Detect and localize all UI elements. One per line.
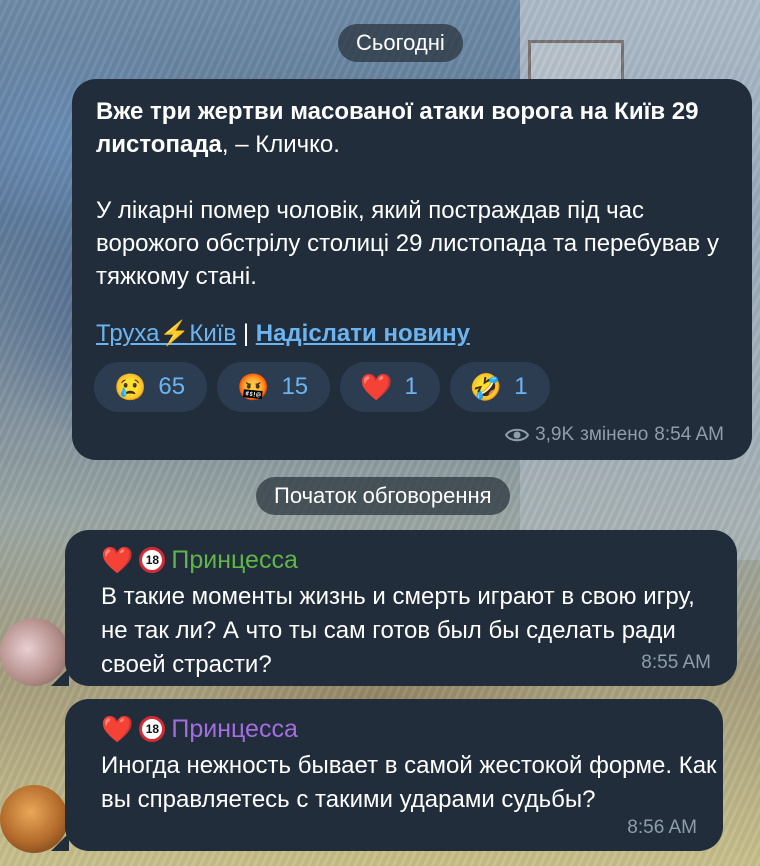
comment-message[interactable]: ❤️ 18 Принцесса Иногда нежность бывает в… [51, 699, 723, 851]
channel-link[interactable]: Труха⚡Київ [96, 320, 236, 347]
post-meta: 3,9K змінено 8:54 AM [505, 424, 724, 446]
reaction-cursing[interactable]: 🤬 15 [217, 362, 331, 412]
reactions-row: 😢 65 🤬 15 ❤️ 1 🤣 1 [94, 362, 550, 412]
eye-icon [505, 428, 530, 442]
bubble-tail [51, 833, 69, 851]
heart-icon: ❤️ [101, 545, 134, 575]
reaction-laugh[interactable]: 🤣 1 [449, 362, 550, 412]
message-text: Иногда нежность бывает в самой жестокой … [101, 752, 717, 813]
post-links: Труха⚡Київ | Надіслати новину [96, 317, 470, 350]
post-title-rest: , – Кличко. [221, 131, 340, 158]
post-time: 8:54 AM [654, 424, 724, 445]
post-body: У лікарні помер чоловік, який постраждав… [96, 197, 719, 290]
send-news-link[interactable]: Надіслати новину [256, 320, 470, 347]
message-text: В такие моменты жизнь и смерть играют в … [101, 583, 695, 678]
discussion-start-separator: Початок обговорення [256, 477, 510, 515]
link-separator: | [242, 320, 250, 347]
age-18-icon: 18 [139, 716, 166, 742]
reaction-count: 1 [404, 373, 418, 400]
bubble-tail [51, 668, 69, 686]
crying-face-icon: 😢 [114, 372, 147, 402]
post-text: Вже три жертви масованої атаки ворога на… [96, 95, 736, 293]
author-name[interactable]: Принцесса [171, 542, 298, 578]
channel-post[interactable]: Вже три жертви масованої атаки ворога на… [72, 79, 752, 460]
age-18-icon: 18 [139, 547, 166, 573]
reaction-count: 65 [158, 373, 186, 400]
heart-icon: ❤️ [360, 372, 393, 402]
reaction-cry[interactable]: 😢 65 [94, 362, 208, 412]
edited-label: змінено [580, 424, 649, 445]
reaction-count: 1 [514, 373, 528, 400]
date-separator: Сьогодні [338, 24, 463, 62]
message-header: ❤️ 18 Принцесса [101, 542, 298, 578]
cursing-face-icon: 🤬 [237, 372, 270, 402]
message-time: 8:55 AM [641, 652, 711, 673]
views-count: 3,9K [535, 424, 575, 445]
comment-message[interactable]: ❤️ 18 Принцесса В такие моменты жизнь и … [51, 530, 737, 686]
post-title: Вже три жертви масованої атаки ворога на… [96, 98, 699, 158]
heart-icon: ❤️ [101, 714, 134, 744]
message-header: ❤️ 18 Принцесса [101, 711, 298, 747]
rofl-face-icon: 🤣 [469, 372, 503, 402]
reaction-heart[interactable]: ❤️ 1 [340, 362, 440, 412]
message-time: 8:56 AM [627, 817, 697, 838]
lightning-icon: ⚡ [159, 320, 190, 347]
reaction-count: 15 [281, 373, 309, 400]
author-name[interactable]: Принцесса [171, 711, 298, 747]
